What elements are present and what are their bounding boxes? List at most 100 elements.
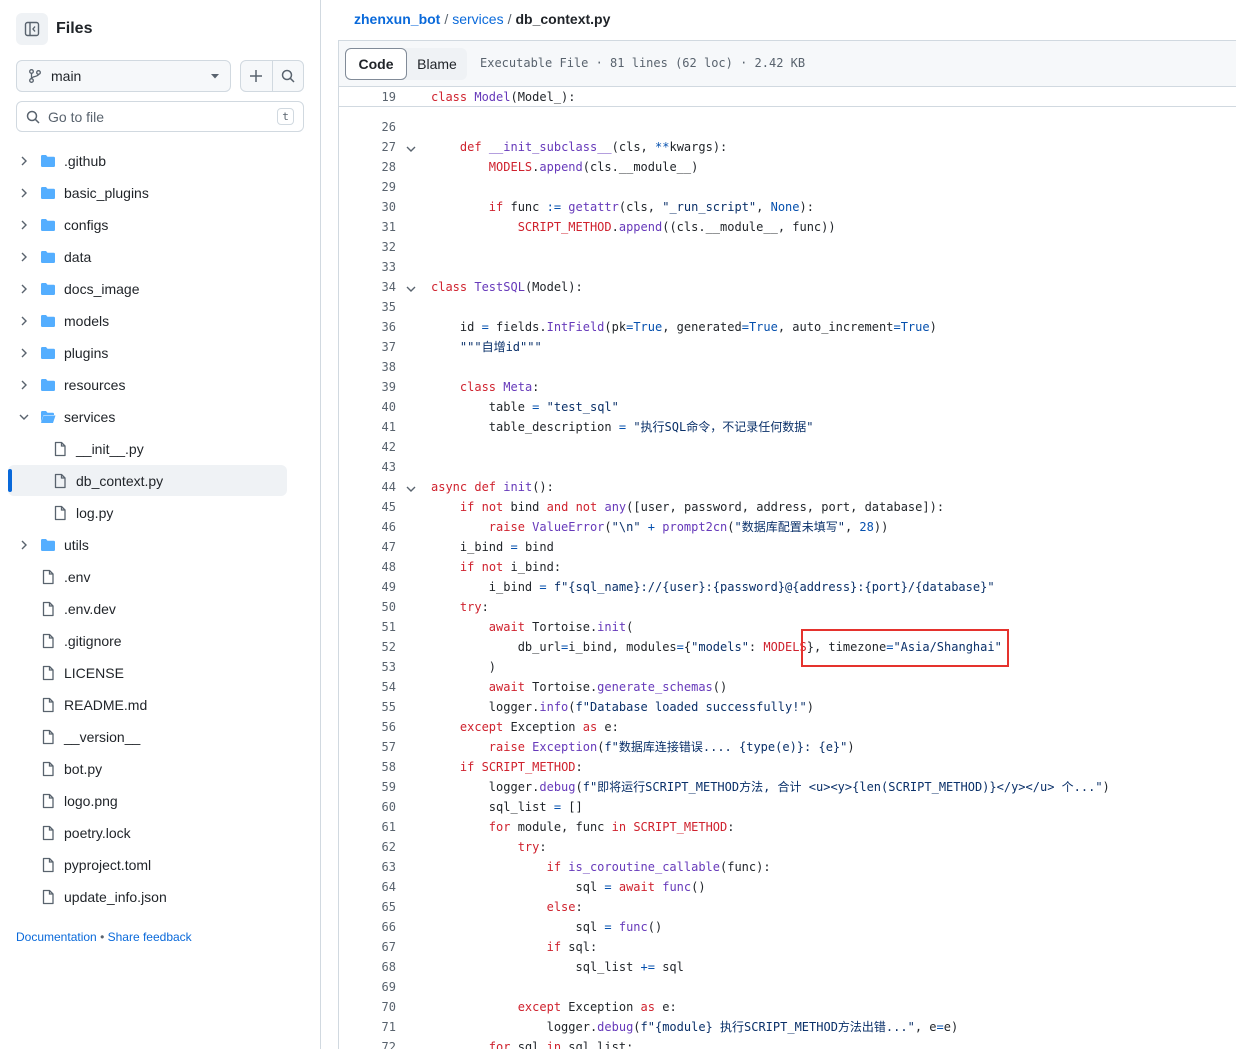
line-number[interactable]: 33 — [339, 257, 396, 277]
chevron-down-icon[interactable] — [18, 410, 30, 422]
add-file-button[interactable] — [241, 61, 273, 91]
line-number[interactable]: 39 — [339, 377, 396, 397]
tree-file-item[interactable]: db_context.py — [0, 465, 320, 497]
line-number[interactable]: 59 — [339, 777, 396, 797]
chevron-right-icon[interactable] — [18, 378, 30, 390]
file-icon — [40, 729, 56, 745]
line-number[interactable]: 46 — [339, 517, 396, 537]
code-viewer[interactable]: 19 class Model(Model_): 26 27 def __init_… — [338, 87, 1236, 1049]
breadcrumb-folder-link[interactable]: services — [452, 11, 503, 27]
tree-file-item[interactable]: update_info.json — [0, 881, 320, 913]
chevron-right-icon[interactable] — [18, 314, 30, 326]
tree-file-item[interactable]: LICENSE — [0, 657, 320, 689]
tree-file-item[interactable]: logo.png — [0, 785, 320, 817]
line-number[interactable]: 70 — [339, 997, 396, 1017]
tree-folder-item[interactable]: configs — [0, 209, 320, 241]
line-number[interactable]: 50 — [339, 597, 396, 617]
code-line: 31 SCRIPT_METHOD.append((cls.__module__,… — [339, 217, 1236, 237]
go-to-file-input[interactable]: Go to file t — [16, 101, 304, 132]
chevron-right-icon[interactable] — [18, 282, 30, 294]
line-number[interactable]: 30 — [339, 197, 396, 217]
line-number[interactable]: 44 — [339, 477, 396, 497]
chevron-right-icon[interactable] — [18, 186, 30, 198]
search-button[interactable] — [273, 61, 304, 91]
line-number[interactable]: 72 — [339, 1037, 396, 1049]
tree-file-item[interactable]: .env — [0, 561, 320, 593]
tree-folder-item[interactable]: utils — [0, 529, 320, 561]
line-number[interactable]: 49 — [339, 577, 396, 597]
tree-folder-item[interactable]: plugins — [0, 337, 320, 369]
line-number[interactable]: 45 — [339, 497, 396, 517]
line-number[interactable]: 36 — [339, 317, 396, 337]
line-number[interactable]: 66 — [339, 917, 396, 937]
line-number[interactable]: 31 — [339, 217, 396, 237]
line-number[interactable]: 58 — [339, 757, 396, 777]
line-number[interactable]: 37 — [339, 337, 396, 357]
line-number[interactable]: 40 — [339, 397, 396, 417]
tree-file-item[interactable]: log.py — [0, 497, 320, 529]
blame-tab[interactable]: Blame — [407, 48, 467, 80]
line-number[interactable]: 63 — [339, 857, 396, 877]
chevron-right-icon[interactable] — [18, 154, 30, 166]
line-number[interactable]: 52 — [339, 637, 396, 657]
documentation-link[interactable]: Documentation — [16, 930, 97, 944]
line-number[interactable]: 41 — [339, 417, 396, 437]
tree-folder-item[interactable]: basic_plugins — [0, 177, 320, 209]
code-tab[interactable]: Code — [345, 48, 407, 80]
line-number[interactable]: 51 — [339, 617, 396, 637]
code-line: 72 for sql in sql_list: — [339, 1037, 1236, 1049]
line-number[interactable]: 65 — [339, 897, 396, 917]
line-number[interactable]: 53 — [339, 657, 396, 677]
line-number[interactable]: 69 — [339, 977, 396, 997]
tree-folder-item[interactable]: data — [0, 241, 320, 273]
line-number[interactable]: 57 — [339, 737, 396, 757]
tree-folder-item[interactable]: models — [0, 305, 320, 337]
chevron-right-icon[interactable] — [18, 538, 30, 550]
tree-file-item[interactable]: pyproject.toml — [0, 849, 320, 881]
fold-chevron-icon[interactable] — [405, 281, 417, 293]
collapse-sidebar-button[interactable] — [16, 13, 48, 45]
tree-file-item[interactable]: poetry.lock — [0, 817, 320, 849]
line-number[interactable]: 56 — [339, 717, 396, 737]
chevron-right-icon[interactable] — [18, 346, 30, 358]
tree-file-item[interactable]: __version__ — [0, 721, 320, 753]
chevron-right-icon[interactable] — [18, 218, 30, 230]
breadcrumb-repo-link[interactable]: zhenxun_bot — [354, 11, 440, 27]
line-number[interactable]: 67 — [339, 937, 396, 957]
tree-file-item[interactable]: .env.dev — [0, 593, 320, 625]
line-number[interactable]: 61 — [339, 817, 396, 837]
line-number[interactable]: 34 — [339, 277, 396, 297]
tree-folder-item[interactable]: resources — [0, 369, 320, 401]
line-number[interactable]: 29 — [339, 177, 396, 197]
line-number[interactable]: 32 — [339, 237, 396, 257]
tree-folder-item[interactable]: docs_image — [0, 273, 320, 305]
share-feedback-link[interactable]: Share feedback — [108, 930, 192, 944]
line-number[interactable]: 54 — [339, 677, 396, 697]
tree-file-item[interactable]: README.md — [0, 689, 320, 721]
line-number[interactable]: 26 — [339, 117, 396, 137]
chevron-right-icon[interactable] — [18, 250, 30, 262]
line-number[interactable]: 43 — [339, 457, 396, 477]
line-number[interactable]: 62 — [339, 837, 396, 857]
tree-file-item[interactable]: bot.py — [0, 753, 320, 785]
tree-item-label: configs — [64, 217, 109, 233]
line-number[interactable]: 71 — [339, 1017, 396, 1037]
tree-file-item[interactable]: __init__.py — [0, 433, 320, 465]
line-number[interactable]: 28 — [339, 157, 396, 177]
branch-selector[interactable]: main — [16, 60, 231, 92]
line-number[interactable]: 60 — [339, 797, 396, 817]
line-number[interactable]: 68 — [339, 957, 396, 977]
line-number[interactable]: 55 — [339, 697, 396, 717]
tree-folder-item[interactable]: services — [0, 401, 320, 433]
line-number[interactable]: 64 — [339, 877, 396, 897]
line-number[interactable]: 27 — [339, 137, 396, 157]
fold-chevron-icon[interactable] — [405, 481, 417, 493]
tree-file-item[interactable]: .gitignore — [0, 625, 320, 657]
line-number[interactable]: 42 — [339, 437, 396, 457]
fold-chevron-icon[interactable] — [405, 141, 417, 153]
tree-folder-item[interactable]: .github — [0, 145, 320, 177]
line-number[interactable]: 38 — [339, 357, 396, 377]
line-number[interactable]: 35 — [339, 297, 396, 317]
line-number[interactable]: 48 — [339, 557, 396, 577]
line-number[interactable]: 47 — [339, 537, 396, 557]
